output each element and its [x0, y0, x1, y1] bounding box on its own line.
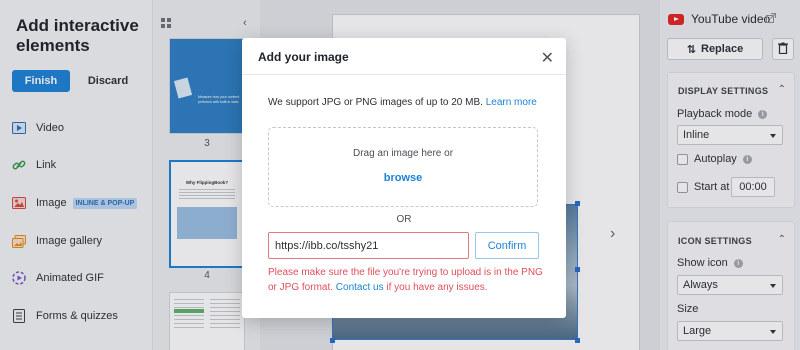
image-url-input[interactable] [268, 232, 469, 259]
support-text: We support JPG or PNG images of up to 20… [268, 97, 537, 108]
learn-more-link[interactable]: Learn more [486, 97, 537, 108]
image-drop-zone[interactable]: Drag an image here or browse [268, 127, 538, 207]
or-separator: OR [396, 214, 412, 225]
error-message: Please make sure the file you're trying … [268, 265, 544, 295]
drop-zone-text: Drag an image here or [352, 148, 454, 159]
close-icon[interactable]: ✕ [541, 48, 554, 68]
dialog-title: Add your image [258, 50, 349, 64]
error-text-end: if you have any issues. [386, 282, 488, 293]
dialog-divider [242, 74, 566, 75]
add-image-dialog: Add your image ✕ We support JPG or PNG i… [242, 38, 566, 318]
support-text-body: We support JPG or PNG images of up to 20… [268, 97, 483, 108]
browse-link[interactable]: browse [269, 172, 537, 184]
confirm-button[interactable]: Confirm [475, 232, 539, 259]
contact-us-link[interactable]: Contact us [336, 282, 384, 293]
